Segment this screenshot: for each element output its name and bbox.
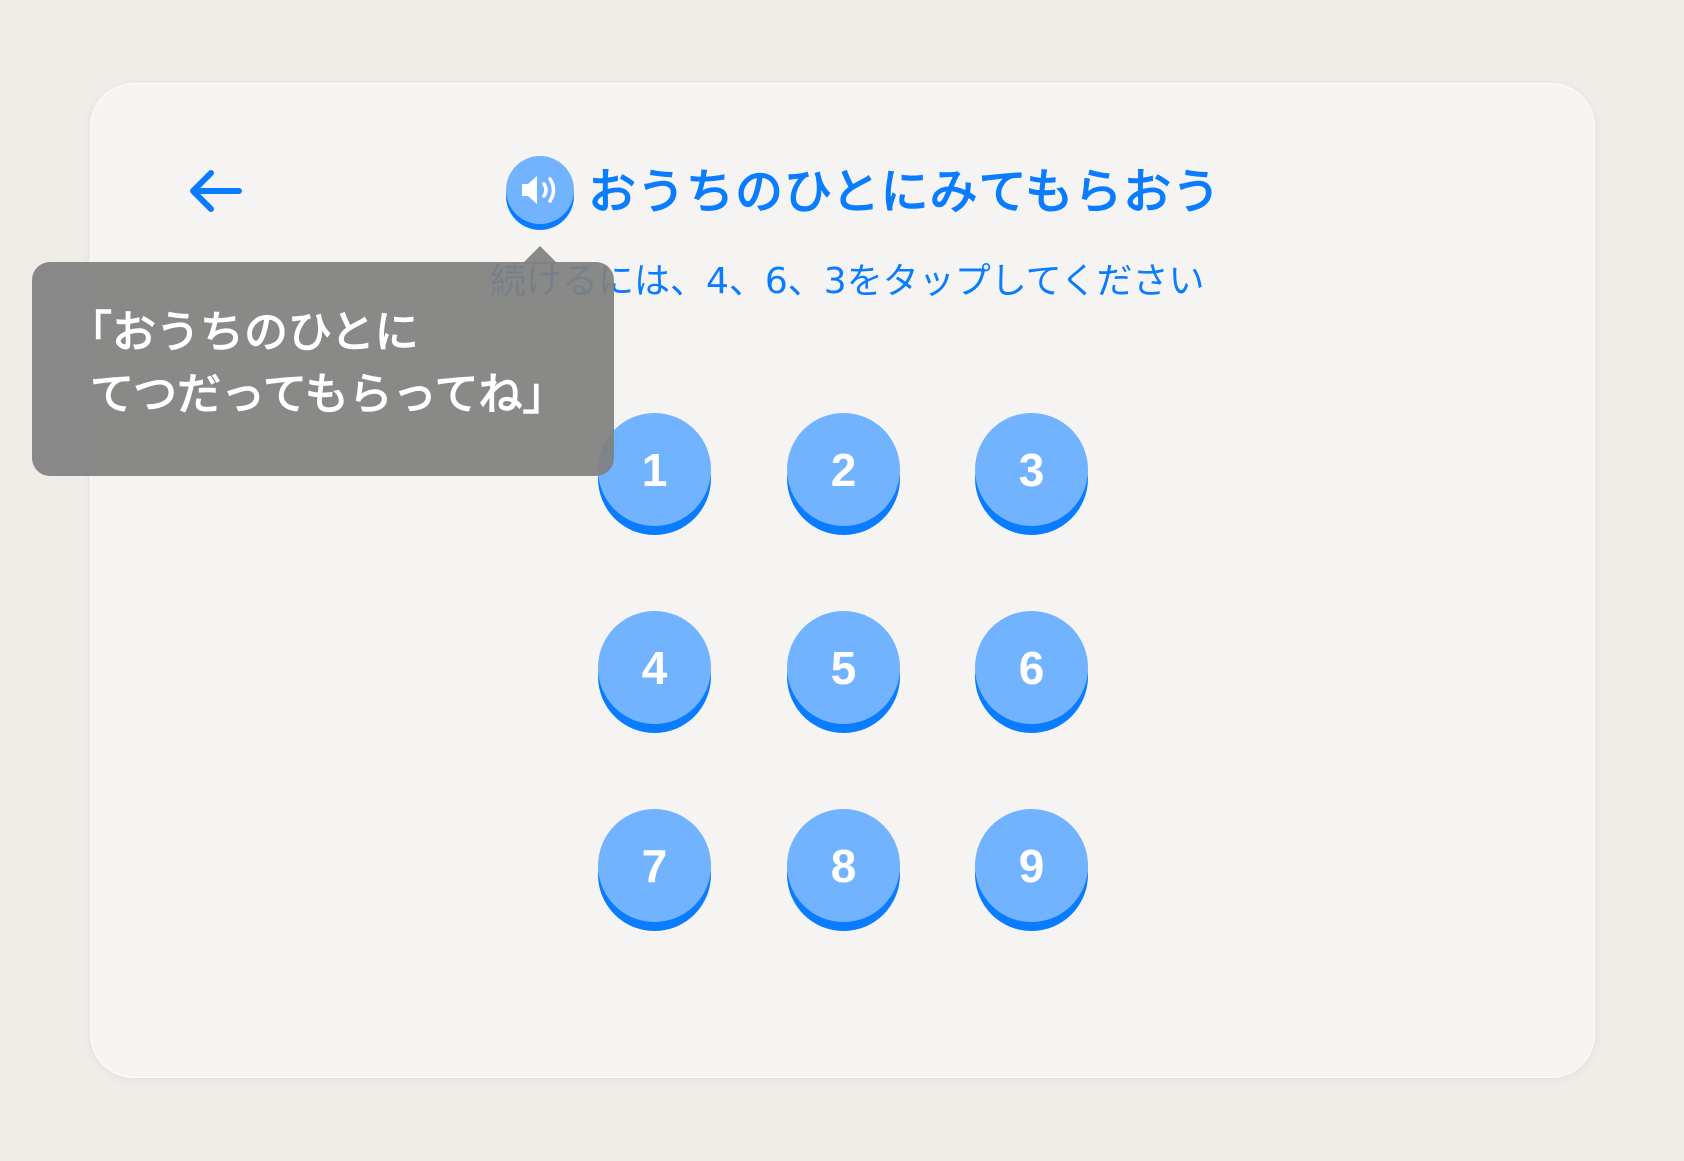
- keypad-key-7[interactable]: 7: [598, 809, 711, 931]
- keypad-key-label: 1: [598, 413, 711, 526]
- tooltip-line-2: てつだってもらってね」: [90, 369, 567, 420]
- read-aloud-button[interactable]: [506, 156, 574, 230]
- keypad-key-label: 7: [598, 809, 711, 922]
- keypad-key-6[interactable]: 6: [975, 611, 1088, 733]
- keypad-key-3[interactable]: 3: [975, 413, 1088, 535]
- keypad-key-label: 8: [787, 809, 900, 922]
- keypad-key-label: 5: [787, 611, 900, 724]
- speech-tooltip: 「おうちのひとに てつだってもらってね」: [32, 262, 614, 476]
- page-title: おうちのひとにみてもらおう: [588, 164, 1222, 220]
- keypad-key-4[interactable]: 4: [598, 611, 711, 733]
- keypad-key-9[interactable]: 9: [975, 809, 1088, 931]
- keypad-key-8[interactable]: 8: [787, 809, 900, 931]
- keypad-key-label: 3: [975, 413, 1088, 526]
- keypad-key-1[interactable]: 1: [598, 413, 711, 535]
- keypad-key-2[interactable]: 2: [787, 413, 900, 535]
- keypad-key-5[interactable]: 5: [787, 611, 900, 733]
- speaker-icon: [522, 176, 556, 204]
- tooltip-line-1: 「おうちのひとに: [68, 307, 419, 358]
- arrow-left-icon: [190, 170, 242, 212]
- keypad-key-label: 6: [975, 611, 1088, 724]
- back-button[interactable]: [178, 158, 252, 224]
- keypad-key-label: 2: [787, 413, 900, 526]
- keypad-key-label: 9: [975, 809, 1088, 922]
- keypad-key-label: 4: [598, 611, 711, 724]
